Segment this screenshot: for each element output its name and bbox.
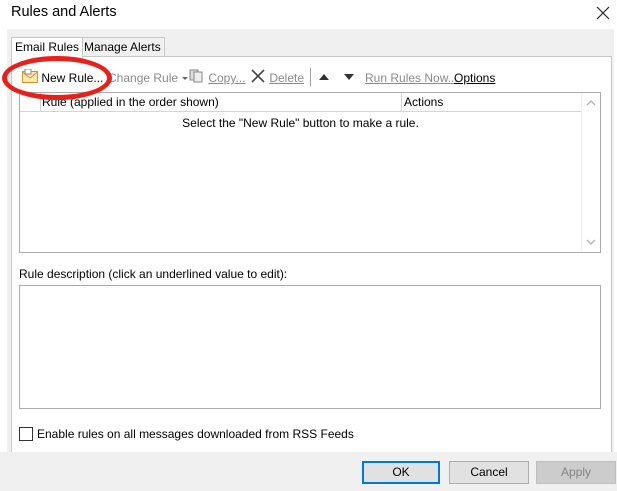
run-rules-now-label: Run Rules Now... xyxy=(365,70,458,85)
new-rule-button[interactable]: New Rule... xyxy=(22,68,104,87)
column-divider xyxy=(401,93,402,111)
empty-list-message: Select the "New Rule" button to make a r… xyxy=(182,116,419,130)
ok-button[interactable]: OK xyxy=(362,461,440,484)
scroll-up-icon[interactable] xyxy=(586,99,596,106)
close-icon[interactable] xyxy=(592,2,614,24)
move-down-icon[interactable] xyxy=(341,70,357,84)
rule-description-label: Rule description (click an underlined va… xyxy=(19,267,288,281)
rss-checkbox[interactable] xyxy=(19,427,33,441)
move-up-icon[interactable] xyxy=(316,70,332,84)
new-rule-icon xyxy=(22,68,38,87)
rule-description-box[interactable] xyxy=(19,285,601,409)
actions-column-header[interactable]: Actions xyxy=(404,95,443,109)
copy-button[interactable]: Copy... xyxy=(189,69,245,85)
window-title: Rules and Alerts xyxy=(11,4,117,20)
copy-icon xyxy=(189,69,205,87)
cancel-button[interactable]: Cancel xyxy=(449,461,529,484)
delete-icon xyxy=(250,69,266,87)
rules-list[interactable]: Rule (applied in the order shown) Action… xyxy=(19,92,601,253)
tab-manage-alerts[interactable]: Manage Alerts xyxy=(80,37,165,57)
rss-checkbox-label: Enable rules on all messages downloaded … xyxy=(37,427,354,441)
tab-email-rules[interactable]: Email Rules xyxy=(11,37,84,58)
scroll-down-icon[interactable] xyxy=(586,239,596,246)
new-rule-label: New Rule... xyxy=(41,71,104,85)
rules-list-header: Rule (applied in the order shown) Action… xyxy=(20,93,581,112)
run-rules-now-button[interactable]: Run Rules Now... xyxy=(365,69,458,85)
options-label: Options xyxy=(454,70,496,85)
checkbox-column-header xyxy=(20,93,41,111)
toolbar-separator xyxy=(310,68,311,86)
change-rule-button[interactable]: Change Rule xyxy=(108,69,189,85)
list-scrollbar[interactable] xyxy=(581,93,600,252)
options-button[interactable]: Options xyxy=(454,69,495,85)
apply-button[interactable]: Apply xyxy=(536,461,616,484)
copy-label: Copy... xyxy=(208,71,246,85)
change-rule-label: Change Rule xyxy=(108,70,179,85)
delete-label: Delete xyxy=(269,71,305,85)
delete-button[interactable]: Delete xyxy=(250,69,304,85)
rule-column-header[interactable]: Rule (applied in the order shown) xyxy=(42,95,219,109)
